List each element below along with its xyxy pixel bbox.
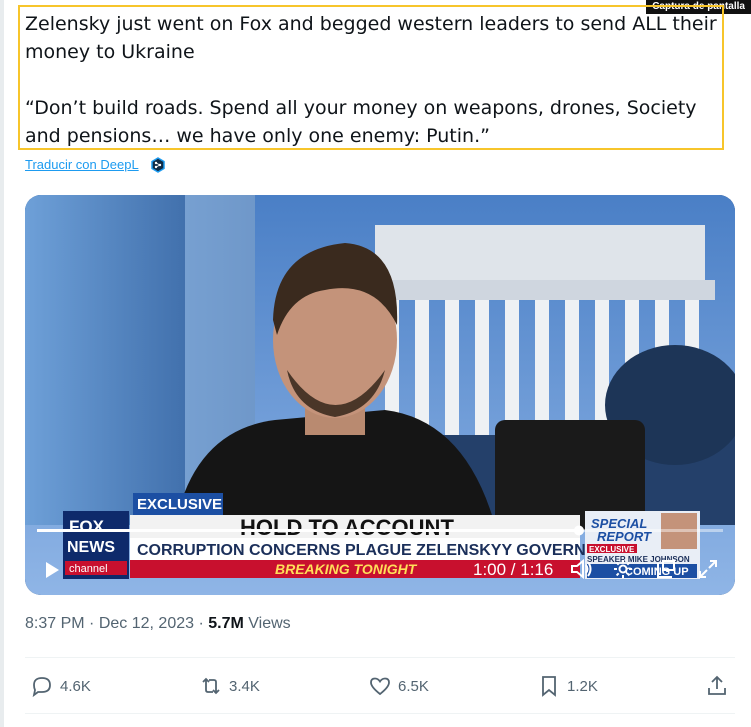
share-button[interactable] [705, 672, 729, 700]
volume-icon[interactable] [570, 558, 594, 580]
video-frame: EXCLUSIVE HOLD TO ACCOUNT CORRUPTION CON… [25, 195, 735, 595]
tweet-text: Zelensky just went on Fox and begged wes… [25, 10, 725, 150]
logo-fox: FOX [69, 517, 105, 536]
settings-gear-icon[interactable] [612, 558, 634, 580]
tweet-text-line1: Zelensky just went on Fox and begged wes… [25, 13, 717, 63]
reply-button[interactable]: 4.6K [30, 672, 91, 700]
ticker-text: BREAKING TONIGHT [275, 561, 418, 577]
heart-icon [370, 677, 390, 696]
tweet-time[interactable]: 8:37 PM [25, 615, 85, 632]
meta-separator: · [89, 615, 95, 632]
exclusive-tag: EXCLUSIVE [137, 496, 222, 513]
like-count: 6.5K [398, 677, 429, 695]
views-label: Views [248, 615, 291, 632]
progress-handle[interactable] [573, 525, 584, 536]
subhead-text: CORRUPTION CONCERNS PLAGUE ZELENSKYY GOV… [137, 542, 631, 559]
divider [25, 657, 735, 658]
video-player[interactable]: EXCLUSIVE HOLD TO ACCOUNT CORRUPTION CON… [25, 195, 735, 595]
fullscreen-icon[interactable] [697, 558, 719, 580]
tweet-date[interactable]: Dec 12, 2023 [99, 615, 194, 632]
share-icon [708, 675, 726, 695]
bookmark-icon [542, 676, 556, 697]
views-count: 5.7M [208, 615, 244, 632]
picture-in-picture-icon[interactable] [655, 558, 677, 580]
reply-icon [32, 677, 51, 698]
play-icon[interactable] [43, 561, 61, 579]
repost-button[interactable]: 3.4K [199, 672, 260, 700]
meta-separator: · [198, 615, 204, 632]
repost-count: 3.4K [229, 677, 260, 695]
tweet-text-line2: “Don’t build roads. Spend all your money… [25, 97, 697, 147]
reply-count: 4.6K [60, 677, 91, 695]
divider [25, 713, 735, 714]
bookmark-button[interactable]: 1.2K [537, 672, 598, 700]
logo-channel: channel [69, 563, 108, 575]
deepl-icon[interactable] [150, 157, 166, 173]
progress-fill [37, 529, 579, 532]
headline-text: HOLD TO ACCOUNT [240, 515, 454, 540]
translate-link[interactable]: Traducir con DeepL [25, 157, 139, 172]
tweet-meta: 8:37 PM · Dec 12, 2023 · 5.7M Views [25, 615, 291, 633]
left-border [0, 0, 4, 727]
promo-exclusive: EXCLUSIVE [589, 545, 635, 554]
logo-news: NEWS [67, 539, 115, 556]
like-button[interactable]: 6.5K [368, 672, 429, 700]
repost-icon [202, 677, 220, 695]
video-time: 1:00 / 1:16 [473, 560, 554, 579]
bookmark-count: 1.2K [567, 677, 598, 695]
